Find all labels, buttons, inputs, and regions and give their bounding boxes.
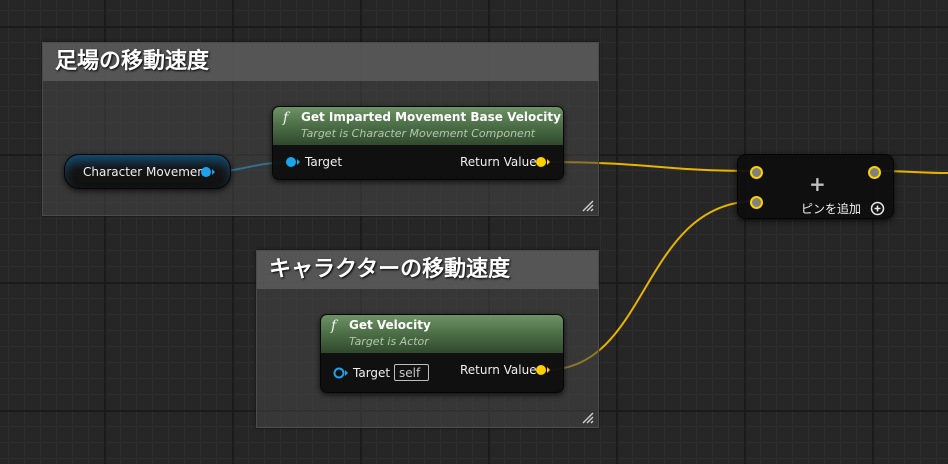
- node-subtitle: Target is Character Movement Component: [301, 127, 536, 140]
- return-value-output-pin-icon[interactable]: [535, 364, 551, 378]
- object-output-pin-icon[interactable]: [200, 166, 216, 180]
- target-input-pin-icon[interactable]: [333, 367, 349, 381]
- node-title: Get Velocity: [349, 318, 431, 332]
- function-icon: f: [283, 110, 289, 126]
- target-self-input[interactable]: self: [394, 364, 429, 381]
- add-vector-node[interactable]: + ピンを追加: [737, 154, 894, 219]
- character-movement-variable-node[interactable]: Character Movement: [64, 154, 231, 189]
- function-icon: f: [331, 318, 337, 334]
- comment-title[interactable]: 足場の移動速度: [43, 43, 598, 81]
- return-value-pin-label: Return Value: [460, 155, 537, 169]
- node-title: Get Imparted Movement Base Velocity: [301, 110, 561, 124]
- comment-title[interactable]: キャラクターの移動速度: [257, 251, 598, 289]
- get-imparted-movement-base-velocity-node[interactable]: f Get Imparted Movement Base Velocity Ta…: [272, 106, 564, 180]
- target-pin-label: Target: [305, 155, 343, 169]
- vector-input-pin-b-icon[interactable]: [750, 196, 763, 209]
- vector-input-pin-a-icon[interactable]: [750, 166, 763, 179]
- return-value-output-pin-icon[interactable]: [535, 156, 551, 170]
- add-pin-label[interactable]: ピンを追加: [801, 200, 861, 217]
- target-pin-label: Target: [353, 366, 391, 380]
- variable-label: Character Movement: [83, 165, 210, 179]
- resize-grip-icon[interactable]: [582, 412, 594, 424]
- resize-grip-icon[interactable]: [582, 200, 594, 212]
- node-subtitle: Target is Actor: [349, 335, 429, 348]
- get-velocity-node[interactable]: f Get Velocity Target is Actor Target se…: [320, 314, 564, 393]
- vector-output-pin-icon[interactable]: [868, 166, 881, 179]
- return-value-pin-label: Return Value: [460, 363, 537, 377]
- target-input-pin-icon[interactable]: [285, 156, 301, 170]
- add-operator-icon: +: [809, 172, 826, 196]
- node-header[interactable]: f Get Velocity Target is Actor: [321, 315, 563, 353]
- node-header[interactable]: f Get Imparted Movement Base Velocity Ta…: [273, 107, 563, 145]
- plus-circle-icon[interactable]: [870, 201, 885, 216]
